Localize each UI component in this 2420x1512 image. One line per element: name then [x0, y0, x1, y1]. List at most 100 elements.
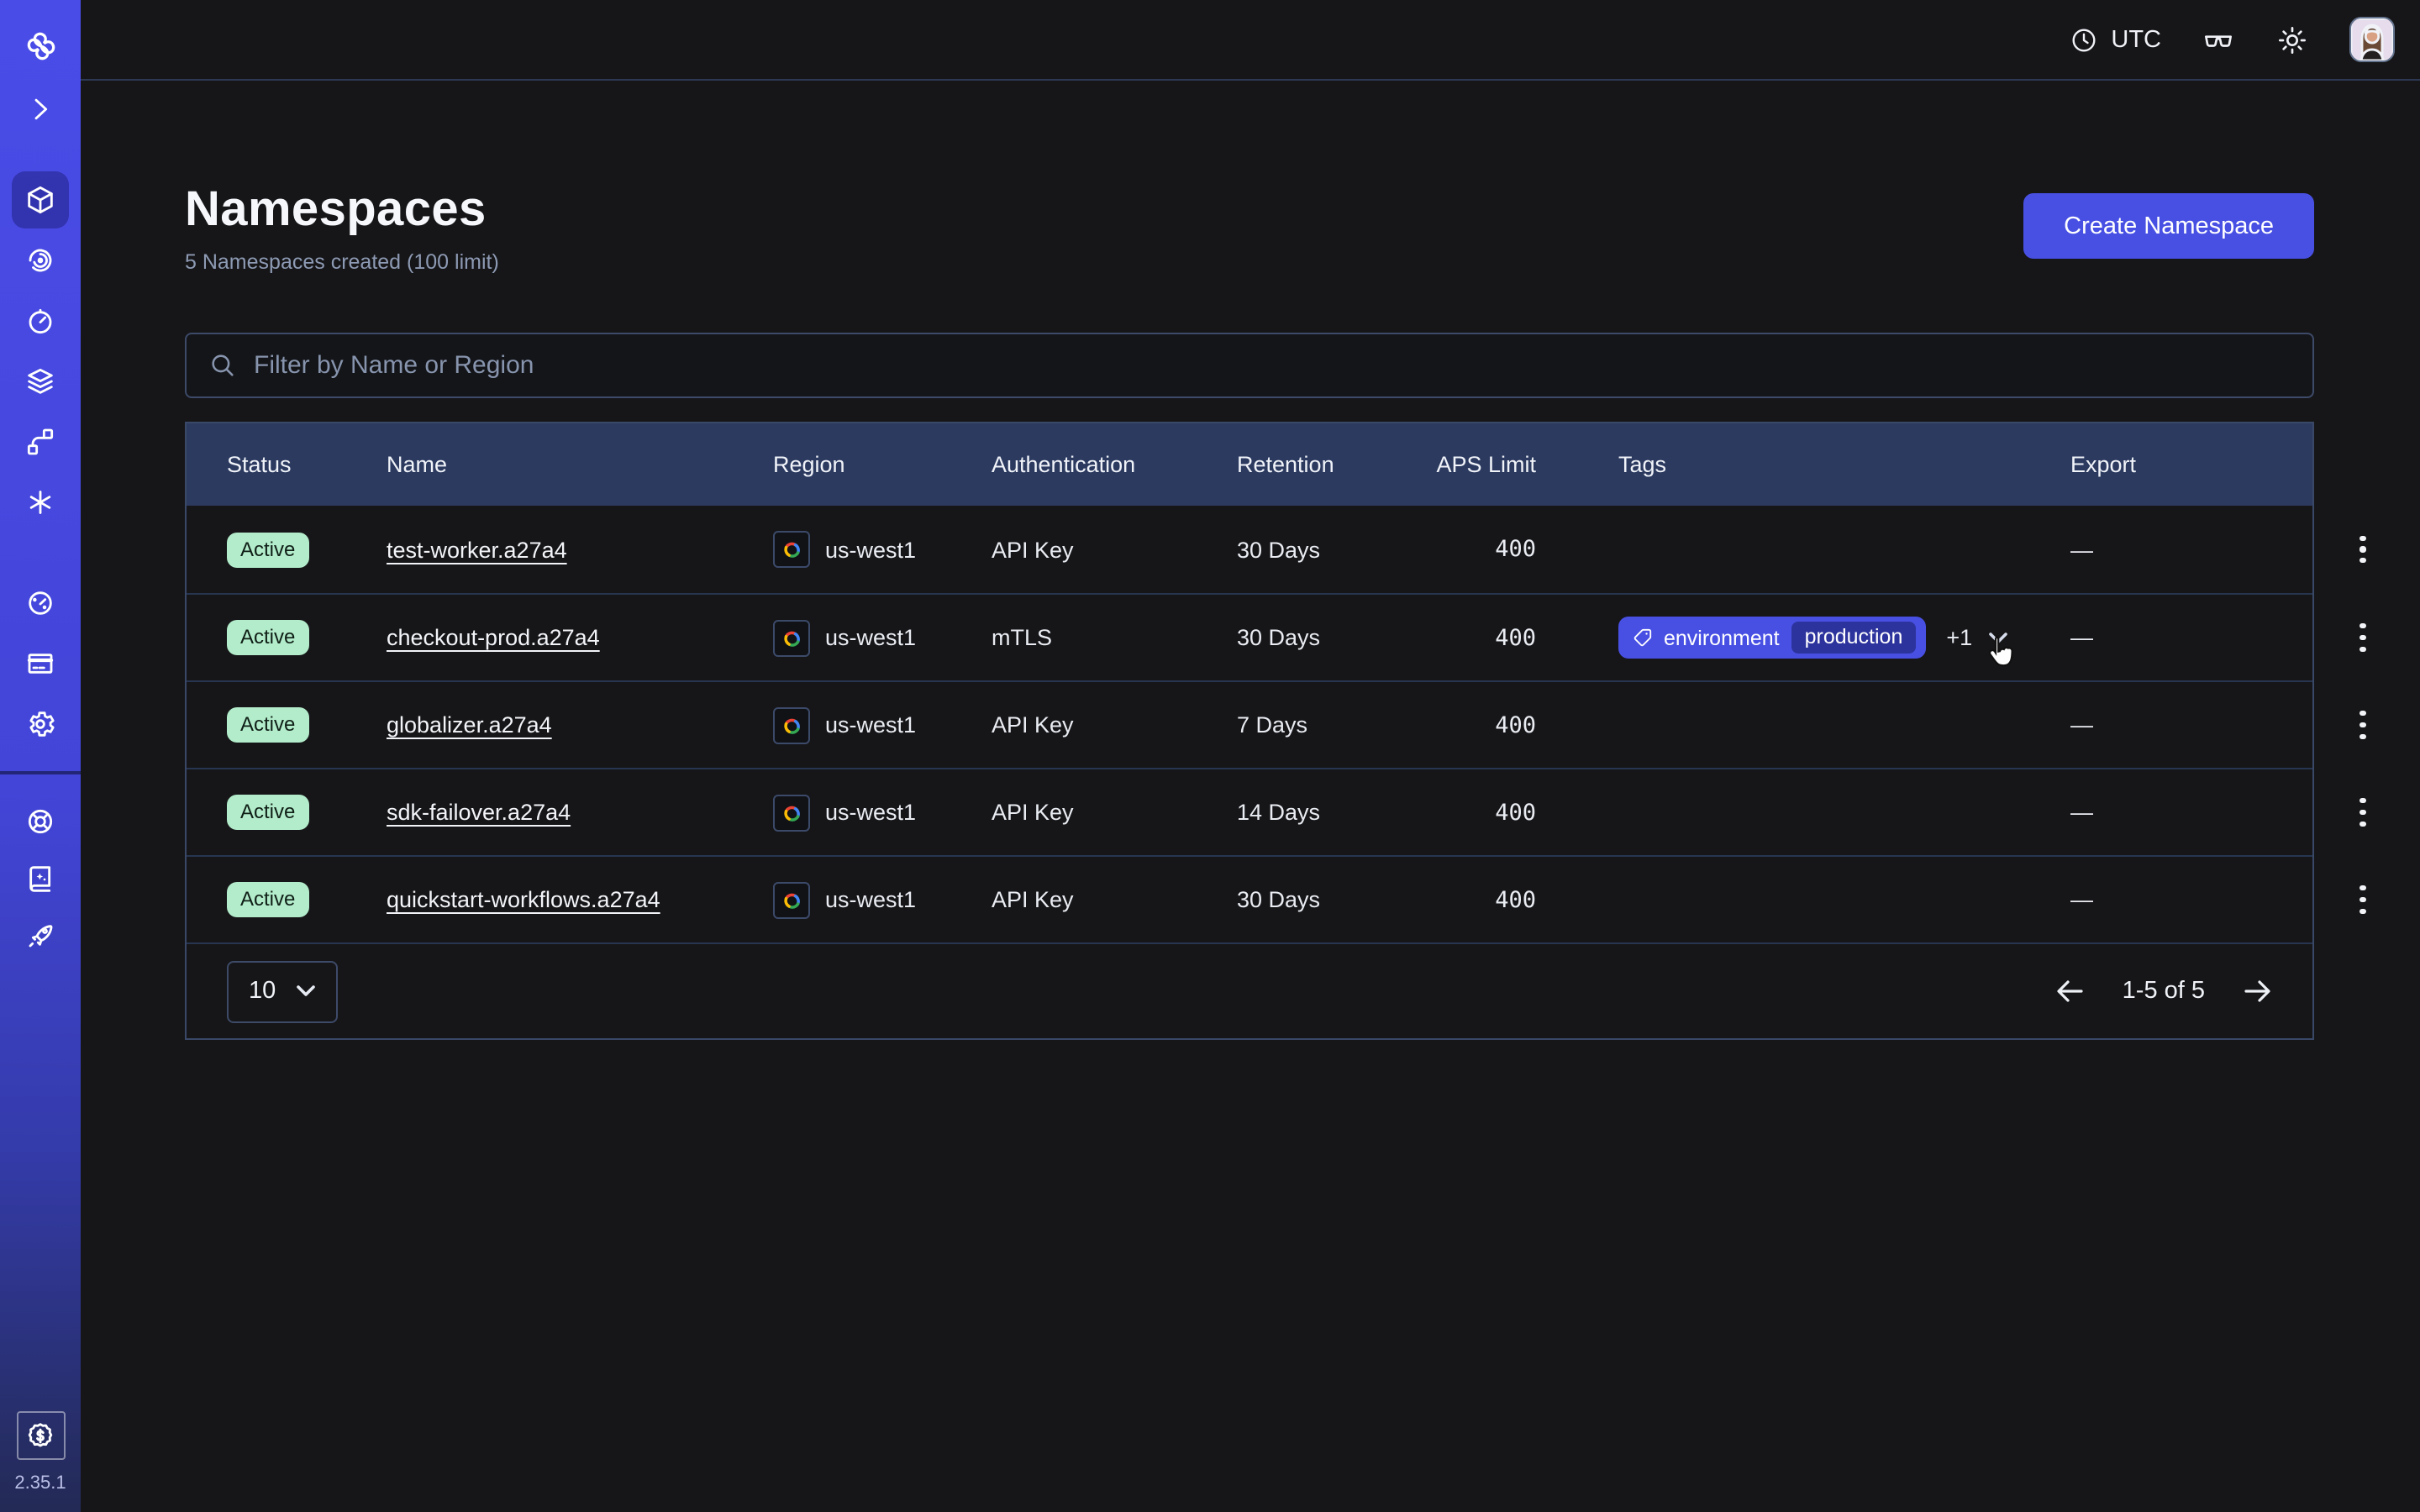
auth-cell: API Key — [992, 537, 1237, 562]
name-cell: test-worker.a27a4 — [387, 537, 773, 562]
table-header-row: Status Name Region Authentication Retent… — [187, 423, 2312, 506]
region-label: us-west1 — [825, 625, 916, 650]
retention-cell: 30 Days — [1237, 537, 1376, 562]
region-cell: us-west1 — [773, 619, 992, 656]
namespace-link[interactable]: quickstart-workflows.a27a4 — [387, 887, 660, 912]
sidebar-item-billing[interactable] — [12, 635, 69, 692]
glasses-icon — [2202, 23, 2235, 56]
region-label: us-west1 — [825, 800, 916, 825]
auth-cell: API Key — [992, 800, 1237, 825]
row-menu-button[interactable] — [2349, 791, 2376, 833]
row-menu-button[interactable] — [2349, 704, 2376, 746]
prev-page-button[interactable] — [2054, 974, 2087, 1008]
row-menu-button[interactable] — [2349, 879, 2376, 921]
actions-cell — [2205, 617, 2376, 659]
create-namespace-button[interactable]: Create Namespace — [2023, 193, 2314, 259]
name-cell: quickstart-workflows.a27a4 — [387, 887, 773, 912]
sidebar-item-usage[interactable] — [12, 575, 69, 632]
nexus-branch-icon — [24, 425, 57, 459]
export-cell: — — [2070, 800, 2205, 825]
tags-expand-chevron-icon[interactable] — [1987, 631, 2007, 644]
region-label: us-west1 — [825, 537, 916, 562]
credits-button[interactable] — [16, 1411, 65, 1460]
chevron-down-icon — [296, 984, 316, 998]
sidebar-item-docs[interactable] — [12, 850, 69, 907]
sidebar-item-workflows[interactable] — [12, 232, 69, 289]
name-cell: globalizer.a27a4 — [387, 712, 773, 738]
retention-cell: 7 Days — [1237, 712, 1376, 738]
sidebar-item-batch[interactable] — [12, 474, 69, 531]
sidebar-item-getting-started[interactable] — [12, 907, 69, 964]
status-badge: Active — [227, 532, 308, 567]
namespace-link[interactable]: sdk-failover.a27a4 — [387, 800, 571, 825]
auth-cell: API Key — [992, 887, 1237, 912]
tag-key: environment — [1664, 626, 1780, 649]
search-icon — [208, 351, 237, 380]
sidebar-item-deployments[interactable] — [12, 353, 69, 410]
gcp-cloud-icon — [773, 531, 810, 568]
timezone-label: UTC — [2111, 26, 2161, 53]
clock-icon — [2069, 24, 2099, 55]
column-header-authentication: Authentication — [992, 452, 1237, 477]
settings-gear-icon — [24, 707, 57, 741]
sidebar-item-nexus[interactable] — [12, 413, 69, 470]
filter-input[interactable] — [254, 351, 2291, 380]
namespaces-page: 2.35.1 UTC Namespaces — [0, 0, 2420, 1512]
table-row: Active globalizer.a27a4 us-west1 API Key… — [187, 680, 2312, 768]
credits-dollar-badge-icon — [24, 1419, 57, 1452]
arrow-left-icon — [2054, 974, 2087, 1008]
page-size-value: 10 — [249, 978, 276, 1005]
sidebar-item-support[interactable] — [12, 793, 69, 850]
status-badge: Active — [227, 620, 308, 655]
table-row: Active sdk-failover.a27a4 us-west1 API K… — [187, 768, 2312, 855]
table-body: Active test-worker.a27a4 us-west1 API Ke… — [187, 506, 2312, 942]
avatar-image — [2351, 18, 2393, 60]
sidebar-bottom: 2.35.1 — [14, 1411, 66, 1512]
support-lifering-icon — [24, 805, 57, 838]
sidebar-expand-chevron-icon[interactable] — [12, 81, 69, 138]
labs-toggle-button[interactable] — [2202, 23, 2235, 56]
sidebar-item-settings[interactable] — [12, 696, 69, 753]
next-page-button[interactable] — [2240, 974, 2274, 1008]
schedules-timer-icon — [24, 304, 57, 338]
pager: 1-5 of 5 — [2054, 974, 2274, 1008]
row-menu-button[interactable] — [2349, 617, 2376, 659]
table-row: Active quickstart-workflows.a27a4 us-wes… — [187, 855, 2312, 942]
arrow-right-icon — [2240, 974, 2274, 1008]
name-cell: checkout-prod.a27a4 — [387, 625, 773, 650]
tag-icon — [1632, 627, 1654, 648]
filter-search — [185, 333, 2314, 398]
usage-gauge-icon — [24, 586, 57, 620]
page-size-select[interactable]: 10 — [227, 960, 338, 1022]
aps-limit-cell: 400 — [1376, 536, 1536, 563]
theme-toggle-button[interactable] — [2275, 23, 2309, 56]
export-cell: — — [2070, 537, 2205, 562]
temporal-logo-icon[interactable] — [12, 17, 69, 74]
status-cell: Active — [227, 882, 387, 917]
namespaces-table: Status Name Region Authentication Retent… — [185, 422, 2314, 1040]
actions-cell — [2205, 879, 2376, 921]
pager-range: 1-5 of 5 — [2123, 978, 2205, 1005]
namespace-link[interactable]: globalizer.a27a4 — [387, 712, 552, 738]
region-cell: us-west1 — [773, 881, 992, 918]
column-header-export: Export — [2070, 452, 2205, 477]
retention-cell: 30 Days — [1237, 887, 1376, 912]
status-badge: Active — [227, 882, 308, 917]
status-cell: Active — [227, 620, 387, 655]
column-header-region: Region — [773, 452, 992, 477]
timezone-button[interactable]: UTC — [2069, 24, 2161, 55]
tag-chip[interactable]: environment production — [1618, 617, 1926, 659]
sidebar-item-schedules[interactable] — [12, 292, 69, 349]
page-title: Namespaces — [185, 183, 499, 239]
export-cell: — — [2070, 625, 2205, 650]
column-header-retention: Retention — [1237, 452, 1376, 477]
namespace-link[interactable]: test-worker.a27a4 — [387, 537, 567, 562]
workflows-radar-icon — [24, 244, 57, 277]
namespace-link[interactable]: checkout-prod.a27a4 — [387, 625, 600, 650]
sidebar-item-namespaces[interactable] — [12, 171, 69, 228]
deployments-layers-icon — [24, 365, 57, 398]
user-avatar[interactable] — [2349, 17, 2395, 62]
row-menu-button[interactable] — [2349, 528, 2376, 570]
tag-value: production — [1791, 622, 1917, 654]
name-cell: sdk-failover.a27a4 — [387, 800, 773, 825]
